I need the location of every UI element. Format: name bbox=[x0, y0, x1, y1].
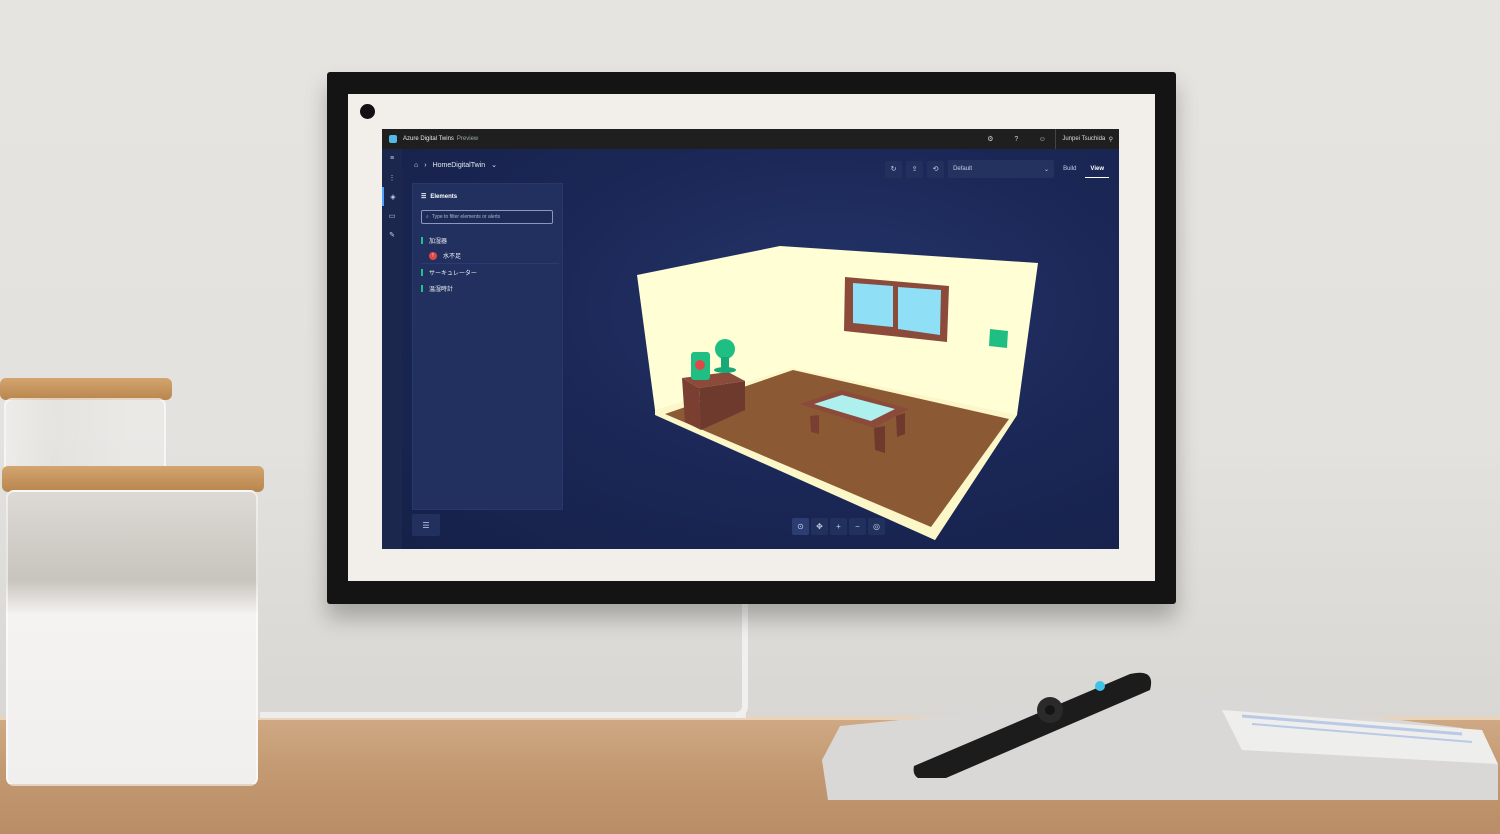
orbit-icon[interactable]: ⊙ bbox=[792, 518, 809, 535]
app-title: Azure Digital Twins bbox=[403, 136, 454, 142]
share-icon[interactable]: ⇪ bbox=[906, 160, 924, 178]
view-tab[interactable]: View bbox=[1085, 160, 1109, 178]
app-screen: Azure Digital Twins Preview ⚙ ? ☺ Junpei… bbox=[382, 129, 1119, 549]
elements-panel: ☰ Elements ⌕ Type to filter elements or … bbox=[412, 183, 563, 510]
reset-view-icon[interactable]: ◎ bbox=[868, 518, 885, 535]
chevron-down-icon: ⌄ bbox=[1044, 166, 1050, 173]
azure-logo-icon bbox=[389, 135, 397, 143]
filter-placeholder: Type to filter elements or alerts bbox=[431, 214, 501, 220]
top-bar: Azure Digital Twins Preview ⚙ ? ☺ Junpei… bbox=[382, 129, 1119, 149]
elements-tree: 加湿器 ! 水不足 サーキュレーター 温湿時計 bbox=[421, 232, 559, 296]
user-name-label: Junpei Tsuchida bbox=[1062, 136, 1106, 142]
elements-panel-title: Elements bbox=[430, 193, 458, 200]
jar-front bbox=[6, 490, 258, 786]
scene-select[interactable]: Default ⌄ bbox=[948, 160, 1055, 178]
alert-icon: ! bbox=[429, 251, 437, 260]
window[interactable] bbox=[844, 277, 949, 342]
menu-icon[interactable]: ≡ bbox=[382, 149, 402, 168]
scenes-icon[interactable]: ◈ bbox=[382, 187, 402, 206]
status-bar bbox=[421, 268, 423, 276]
power-cable bbox=[260, 712, 746, 718]
chevron-down-icon[interactable]: ⌄ bbox=[491, 161, 497, 169]
elements-panel-header: ☰ Elements bbox=[421, 193, 458, 201]
graph-icon[interactable]: ⋮ bbox=[382, 168, 402, 187]
main-view: ⌂ › HomeDigitalTwin ⌄ ↻ ⇪ ⟲ Default ⌄ Bu… bbox=[402, 149, 1119, 549]
gear-icon[interactable]: ⚙ bbox=[977, 135, 1003, 143]
jar-lid-front bbox=[2, 466, 264, 492]
scene-toolbar: ↻ ⇪ ⟲ Default ⌄ Build View bbox=[885, 160, 1109, 178]
user-icon: ⚲ bbox=[1108, 136, 1113, 143]
list-item[interactable]: 加湿器 bbox=[421, 232, 559, 248]
breadcrumb-separator-icon: › bbox=[424, 161, 427, 169]
list-item[interactable]: 温湿時計 bbox=[421, 280, 559, 296]
jar-lid-back bbox=[0, 378, 172, 400]
camera-icon bbox=[360, 104, 375, 119]
user-name[interactable]: Junpei Tsuchida ⚲ bbox=[1055, 129, 1119, 149]
refresh-icon[interactable]: ↻ bbox=[885, 160, 903, 178]
status-bar bbox=[421, 236, 423, 244]
list-item[interactable]: サーキュレーター bbox=[421, 264, 559, 280]
element-label: 加湿器 bbox=[429, 238, 448, 245]
history-icon[interactable]: ⟲ bbox=[927, 160, 945, 178]
filter-input[interactable]: ⌕ Type to filter elements or alerts bbox=[421, 210, 553, 224]
left-nav-rail: ≡ ⋮ ◈ ▭ ✎ bbox=[382, 149, 402, 549]
pan-icon[interactable]: ✥ bbox=[811, 518, 828, 535]
home-icon[interactable]: ⌂ bbox=[414, 162, 418, 169]
list-icon: ☰ bbox=[421, 194, 427, 200]
power-cable-drop bbox=[736, 600, 748, 718]
breadcrumb: ⌂ › HomeDigitalTwin ⌄ bbox=[414, 161, 497, 170]
twin-selector[interactable]: HomeDigitalTwin bbox=[433, 162, 486, 169]
app-subtitle: Preview bbox=[456, 136, 479, 142]
zoom-in-icon[interactable]: + bbox=[830, 518, 847, 535]
element-label: サーキュレーター bbox=[429, 270, 477, 277]
models-icon[interactable]: ▭ bbox=[382, 206, 402, 225]
view-controls: ⊙ ✥ + − ◎ bbox=[792, 518, 885, 535]
element-label: 温湿時計 bbox=[429, 286, 454, 293]
build-tab[interactable]: Build bbox=[1058, 160, 1081, 178]
list-item-alert[interactable]: ! 水不足 bbox=[421, 248, 559, 264]
tv-remote bbox=[913, 672, 1151, 778]
alert-label: 水不足 bbox=[443, 254, 462, 260]
zoom-out-icon[interactable]: − bbox=[849, 518, 866, 535]
room-3d-scene[interactable] bbox=[637, 239, 1057, 549]
search-icon: ⌕ bbox=[426, 214, 429, 220]
thermometer-device[interactable] bbox=[989, 329, 1008, 348]
help-icon[interactable]: ? bbox=[1003, 136, 1029, 143]
status-bar bbox=[421, 284, 423, 292]
feedback-icon[interactable]: ☺ bbox=[1029, 136, 1055, 143]
collapse-panel-button[interactable]: ☰ bbox=[412, 514, 440, 536]
humidifier-device[interactable] bbox=[691, 352, 710, 380]
query-icon[interactable]: ✎ bbox=[382, 225, 402, 244]
scene-select-value: Default bbox=[953, 166, 973, 172]
